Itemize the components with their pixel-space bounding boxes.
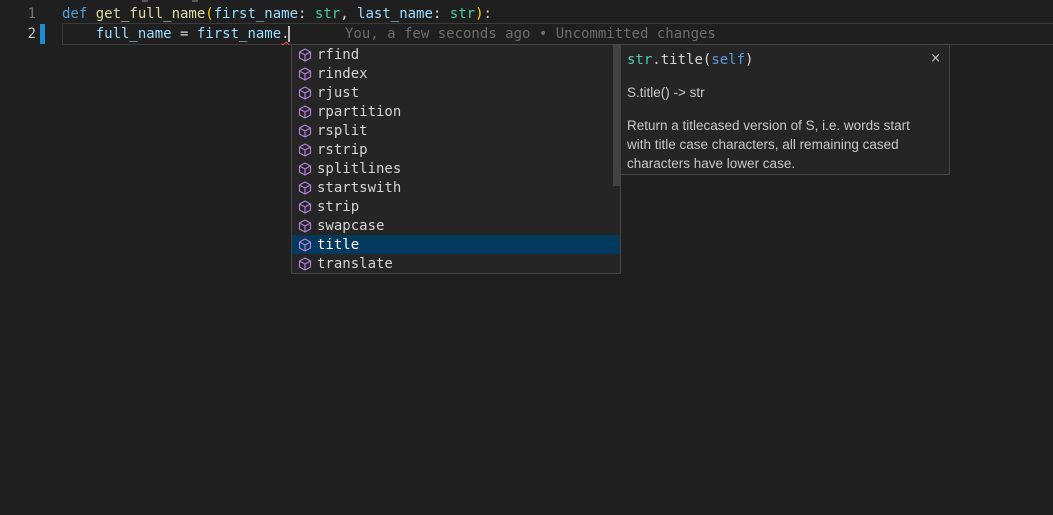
suggest-item[interactable]: splitlines (292, 159, 620, 178)
close-icon[interactable]: × (930, 52, 941, 65)
cropped-text-artifact (142, 0, 148, 2)
symbol-method-icon (297, 123, 313, 139)
gutter-modified-indicator (40, 24, 45, 44)
git-blame-annotation: You, a few seconds ago • Uncommitted cha… (345, 24, 716, 44)
text-cursor (288, 26, 290, 42)
suggest-item[interactable]: startswith (292, 178, 620, 197)
code-token: first_name (197, 26, 281, 42)
suggest-item-label: rindex (317, 66, 368, 82)
code-token: .title( (652, 52, 711, 68)
suggest-item[interactable]: swapcase (292, 216, 620, 235)
symbol-method-icon (297, 218, 313, 234)
code-token: def (62, 6, 96, 22)
suggest-item[interactable]: rindex (292, 64, 620, 83)
suggest-item[interactable]: rfind (292, 45, 620, 64)
suggest-item-label: startswith (317, 180, 401, 196)
suggest-list[interactable]: rfind rindex rjust rpartition rsplit (291, 44, 621, 274)
suggest-item-label: strip (317, 199, 359, 215)
symbol-method-icon (297, 237, 313, 253)
code-token: = (172, 26, 197, 42)
code-token: ( (205, 6, 213, 22)
suggest-item-label: rjust (317, 85, 359, 101)
code-token: str (315, 6, 340, 22)
suggest-item-label: rpartition (317, 104, 401, 120)
symbol-method-icon (297, 47, 313, 63)
code-token: ) (745, 52, 753, 68)
docs-summary: S.title() -> str (621, 84, 949, 102)
code-token: : (298, 6, 315, 22)
code-line[interactable]: full_name = first_name. (62, 24, 290, 44)
code-token: full_name (96, 26, 172, 42)
suggest-item-label: rfind (317, 47, 359, 63)
symbol-method-icon (297, 180, 313, 196)
code-token: self (711, 52, 745, 68)
code-token: : (484, 6, 492, 22)
symbol-method-icon (297, 85, 313, 101)
suggest-item[interactable]: translate (292, 254, 620, 273)
symbol-method-icon (297, 104, 313, 120)
suggest-docs-panel: str.title(self) × S.title() -> str Retur… (620, 44, 950, 175)
suggest-item[interactable]: rpartition (292, 102, 620, 121)
code-token: str (450, 6, 475, 22)
docs-signature: str.title(self) (627, 52, 753, 68)
suggest-item[interactable]: rstrip (292, 140, 620, 159)
symbol-method-icon (297, 161, 313, 177)
suggest-item-label: translate (317, 256, 393, 272)
suggest-item-label: rsplit (317, 123, 368, 139)
suggest-item-label: splitlines (317, 161, 401, 177)
code-token (62, 26, 96, 42)
symbol-method-icon (297, 66, 313, 82)
symbol-method-icon (297, 256, 313, 272)
docs-description: Return a titlecased version of S, i.e. w… (621, 116, 949, 173)
code-token: first_name (214, 6, 298, 22)
suggest-item[interactable]: title (292, 235, 620, 254)
suggest-scrollbar-thumb[interactable] (613, 45, 620, 186)
code-line[interactable]: def get_full_name(first_name: str, last_… (62, 4, 492, 24)
symbol-method-icon (297, 142, 313, 158)
suggest-item-label: rstrip (317, 142, 368, 158)
code-token: str (627, 52, 652, 68)
code-token: , (340, 6, 357, 22)
line-number: 2 (0, 24, 36, 44)
suggest-item-label: title (317, 237, 359, 253)
suggest-widget: rfind rindex rjust rpartition rsplit (291, 44, 950, 274)
suggest-item-label: swapcase (317, 218, 384, 234)
suggest-item[interactable]: rsplit (292, 121, 620, 140)
code-token: get_full_name (96, 6, 206, 22)
code-editor[interactable]: 1 2 def get_full_name(first_name: str, l… (0, 0, 1053, 515)
code-token: ) (475, 6, 483, 22)
code-token: : (433, 6, 450, 22)
suggest-item[interactable]: rjust (292, 83, 620, 102)
code-token: last_name (357, 6, 433, 22)
cropped-text-artifact (192, 0, 198, 2)
line-number: 1 (0, 4, 36, 24)
suggest-item[interactable]: strip (292, 197, 620, 216)
symbol-method-icon (297, 199, 313, 215)
